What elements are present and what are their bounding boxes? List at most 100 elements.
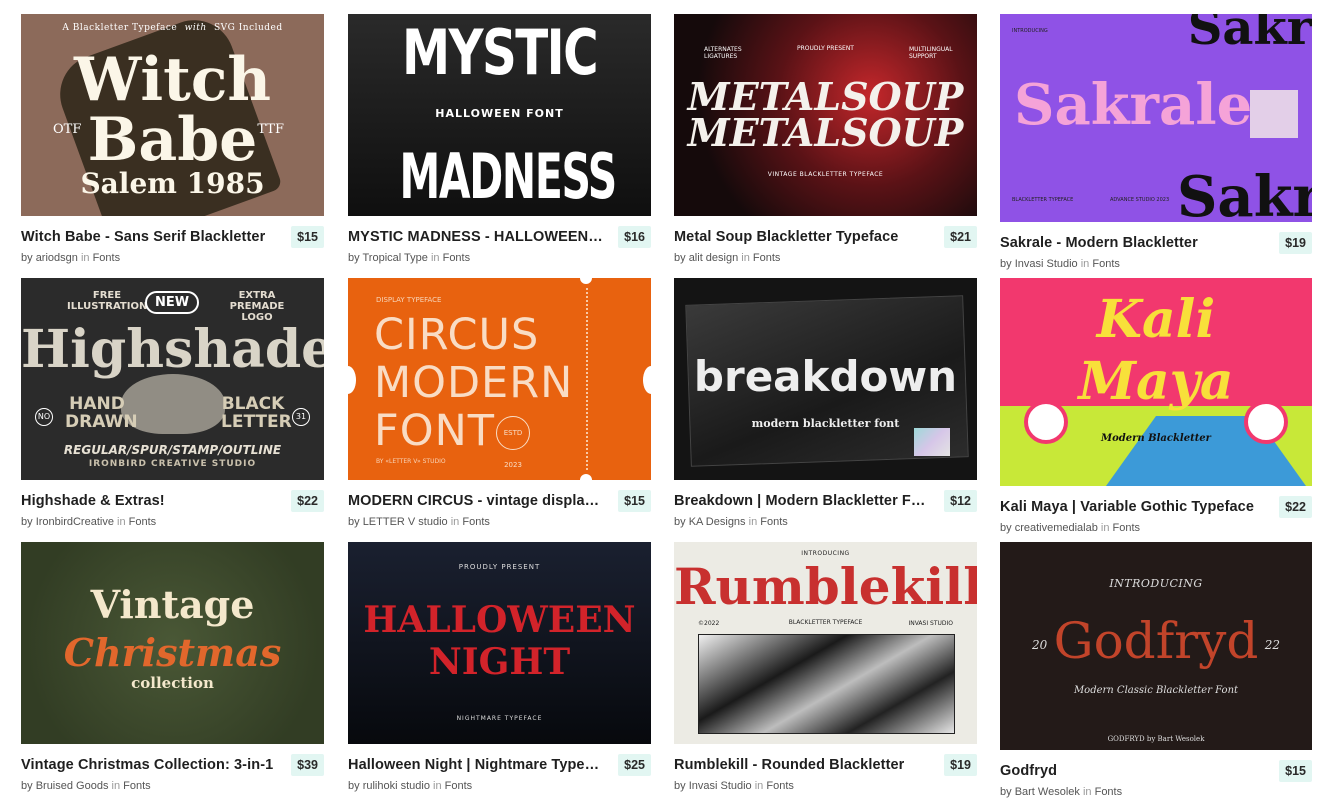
product-thumbnail[interactable]: INTRODUCING Rumblekill ©2022 BLACKLETTER…	[674, 542, 977, 744]
product-thumbnail[interactable]: INTRODUCING 20 Godfryd 22 Modern Classic…	[1000, 542, 1312, 750]
price-badge: $25	[618, 754, 651, 776]
thumb-text: INVASI STUDIO	[908, 620, 953, 627]
author-link[interactable]: creativemedialab	[1015, 522, 1098, 534]
product-title[interactable]: Sakrale - Modern Blackletter	[1000, 235, 1198, 251]
thumb-sticker	[914, 428, 950, 456]
thumb-text: VINTAGE BLACKLETTER TYPEFACE	[767, 171, 884, 178]
product-title[interactable]: Witch Babe - Sans Serif Blackletter	[21, 229, 265, 245]
category-link[interactable]: Fonts	[753, 252, 781, 264]
product-title[interactable]: Kali Maya | Variable Gothic Typeface	[1000, 499, 1254, 515]
product-card: INTRODUCING Rumblekill ©2022 BLACKLETTER…	[674, 542, 977, 792]
thumb-text: Kali	[1096, 289, 1216, 350]
thumb-text: Witch	[74, 45, 271, 115]
category-link[interactable]: Fonts	[445, 780, 473, 792]
category-link[interactable]: Fonts	[1095, 786, 1123, 798]
thumb-text: NIGHTMARE TYPEFACE	[456, 715, 543, 722]
product-thumbnail[interactable]: breakdown modern blackletter font	[674, 278, 977, 480]
thumb-text: BLACK LETTER	[221, 394, 292, 432]
product-card: FREE ILLUSTRATION NEW EXTRA PREMADE LOGO…	[21, 278, 324, 528]
thumb-text: NIGHT	[428, 641, 571, 683]
price-badge: $15	[618, 490, 651, 512]
product-title[interactable]: Godfryd	[1000, 763, 1057, 779]
thumb-text: Sakrale	[1014, 72, 1253, 138]
product-thumbnail[interactable]: ALTERNATES LIGATURES PROUDLY PRESENT MUL…	[674, 14, 977, 216]
thumb-text: NEW	[145, 291, 200, 314]
category-link[interactable]: Fonts	[1113, 522, 1141, 534]
product-thumbnail[interactable]: PROUDLY PRESENT HALLOWEEN NIGHT NIGHTMAR…	[348, 542, 651, 744]
product-card: ALTERNATES LIGATURES PROUDLY PRESENT MUL…	[674, 14, 977, 264]
author-link[interactable]: ariodsgn	[36, 252, 78, 264]
product-title[interactable]: Highshade & Extras!	[21, 493, 165, 509]
product-thumbnail[interactable]: A Blackletter Typeface with SVG Included…	[21, 14, 324, 216]
product-thumbnail[interactable]: Kali Maya Modern Blackletter	[1000, 278, 1312, 486]
category-link[interactable]: Fonts	[93, 252, 121, 264]
in-label: in	[741, 252, 750, 264]
thumb-text: MODERN	[374, 358, 574, 408]
thumb-text: HAND DRAWN	[65, 394, 138, 432]
product-meta: by Tropical Type in Fonts	[348, 252, 471, 264]
thumb-text: DISPLAY TYPEFACE	[376, 296, 442, 304]
eye-illustration	[1244, 400, 1288, 444]
category-link[interactable]: Fonts	[443, 252, 471, 264]
thumb-text: HALLOWEEN FONT	[435, 107, 564, 120]
thumb-text: Sakr	[1176, 164, 1312, 222]
thumb-text: FREE ILLUSTRATION	[67, 290, 148, 312]
thumb-text: Christmas	[63, 630, 282, 675]
thumb-text: ESTD 2023	[496, 416, 530, 469]
product-title[interactable]: MODERN CIRCUS - vintage display font	[348, 493, 603, 509]
author-link[interactable]: Invasi Studio	[689, 780, 752, 792]
thumb-text: 22	[1264, 638, 1280, 652]
thumb-text: BLACKLETTER TYPEFACE	[1012, 197, 1074, 203]
in-label: in	[1080, 258, 1090, 270]
product-thumbnail[interactable]: INTRODUCING Sakr Sakrale Sakr BLACKLETTE…	[1000, 14, 1312, 222]
product-title[interactable]: Breakdown | Modern Blackletter Font	[674, 493, 929, 509]
thumb-text: 31	[292, 408, 310, 426]
author-link[interactable]: Tropical Type	[362, 252, 427, 264]
thumb-text: OTF	[53, 122, 82, 137]
author-link[interactable]: Bart Wesolek	[1015, 786, 1080, 798]
category-link[interactable]: Fonts	[462, 516, 490, 528]
product-card: DISPLAY TYPEFACE CIRCUS MODERN FONT ESTD…	[348, 278, 651, 528]
product-title[interactable]: MYSTIC MADNESS - HALLOWEEN FONT	[348, 229, 603, 245]
product-meta: by Bart Wesolek in Fonts	[1000, 786, 1123, 798]
in-label: in	[450, 516, 460, 528]
product-title[interactable]: Vintage Christmas Collection: 3-in-1	[21, 757, 273, 773]
product-card: Kali Maya Modern Blackletter Kali Maya |…	[1000, 278, 1312, 534]
author-link[interactable]: KA Designs	[689, 516, 746, 528]
in-label: in	[1082, 786, 1092, 798]
author-link[interactable]: Invasi Studio	[1015, 258, 1078, 270]
author-link[interactable]: IronbirdCreative	[36, 516, 114, 528]
author-link[interactable]: LETTER V studio	[363, 516, 448, 528]
product-title[interactable]: Halloween Night | Nightmare Typeface	[348, 757, 603, 773]
thumb-text: REGULAR/SPUR/STAMP/OUTLINE	[63, 443, 282, 457]
author-link[interactable]: alit design	[689, 252, 739, 264]
product-thumbnail[interactable]: MYSTIC HALLOWEEN FONT MADNESS	[348, 14, 651, 216]
thumb-text: MADNESS	[399, 140, 618, 213]
category-link[interactable]: Fonts	[760, 516, 788, 528]
thumb-text: FONT	[374, 406, 496, 456]
author-link[interactable]: Bruised Goods	[36, 780, 109, 792]
in-label: in	[754, 780, 764, 792]
price-badge: $19	[944, 754, 977, 776]
price-badge: $15	[1279, 760, 1312, 782]
thumb-image	[1250, 90, 1298, 138]
thumb-image	[698, 634, 955, 734]
product-title[interactable]: Metal Soup Blackletter Typeface	[674, 229, 898, 245]
thumb-text: TTF	[257, 122, 284, 137]
in-label: in	[748, 516, 758, 528]
product-meta: by ariodsgn in Fonts	[21, 252, 121, 264]
product-thumbnail[interactable]: FREE ILLUSTRATION NEW EXTRA PREMADE LOGO…	[21, 278, 324, 480]
product-card: A Blackletter Typeface with SVG Included…	[21, 14, 324, 264]
price-badge: $19	[1279, 232, 1312, 254]
product-title[interactable]: Rumblekill - Rounded Blackletter	[674, 757, 904, 773]
product-thumbnail[interactable]: DISPLAY TYPEFACE CIRCUS MODERN FONT ESTD…	[348, 278, 651, 480]
category-link[interactable]: Fonts	[129, 516, 157, 528]
category-link[interactable]: Fonts	[123, 780, 151, 792]
thumb-text: HALLOWEEN	[363, 599, 636, 641]
author-link[interactable]: rulihoki studio	[363, 780, 430, 792]
product-thumbnail[interactable]: Vintage Christmas collection	[21, 542, 324, 744]
category-link[interactable]: Fonts	[766, 780, 794, 792]
product-card: Vintage Christmas collection Vintage Chr…	[21, 542, 324, 792]
category-link[interactable]: Fonts	[1092, 258, 1120, 270]
price-badge: $15	[291, 226, 324, 248]
